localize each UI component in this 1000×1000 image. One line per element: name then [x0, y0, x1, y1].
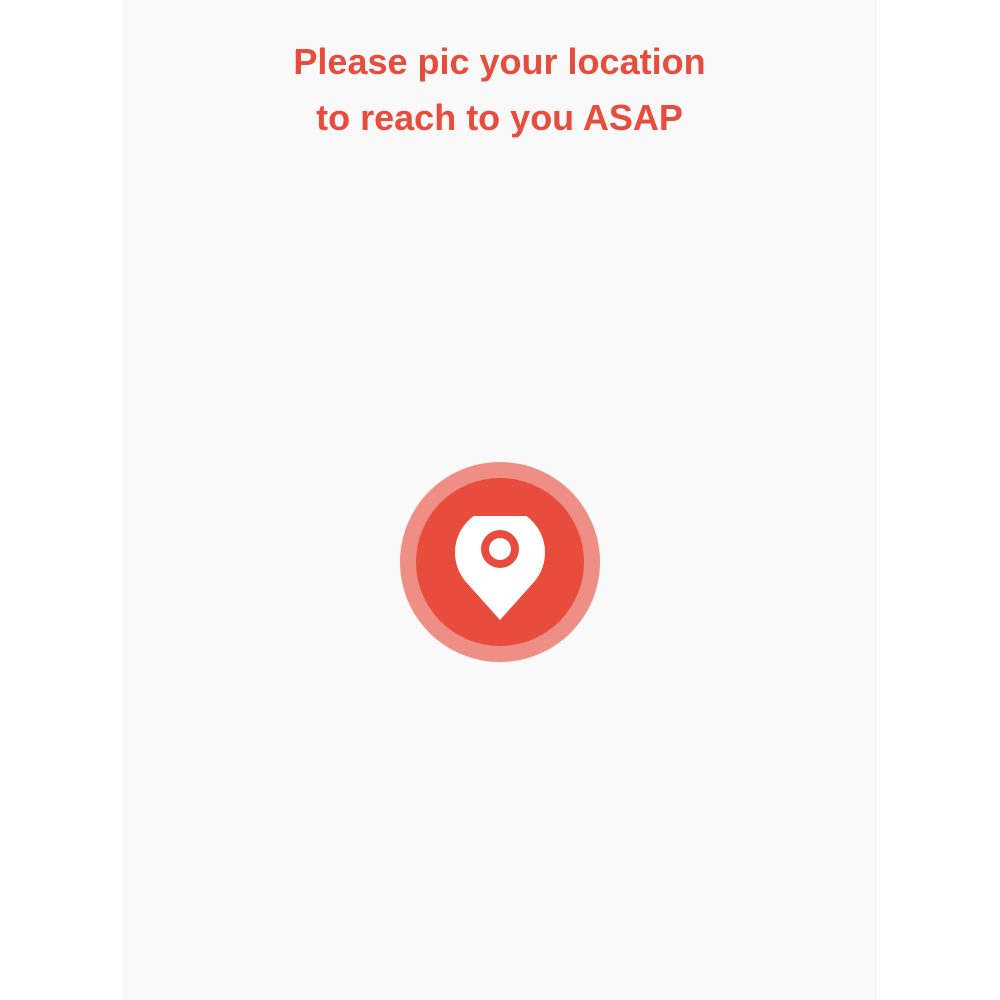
location-prompt: Please pic your location to reach to you… — [122, 34, 877, 146]
prompt-line-1: Please pic your location — [293, 41, 706, 82]
pick-location-button[interactable] — [400, 462, 600, 662]
app-screen: Please pic your location to reach to you… — [122, 0, 877, 1000]
map-pin-icon — [455, 516, 545, 620]
prompt-line-2: to reach to you ASAP — [316, 97, 683, 138]
